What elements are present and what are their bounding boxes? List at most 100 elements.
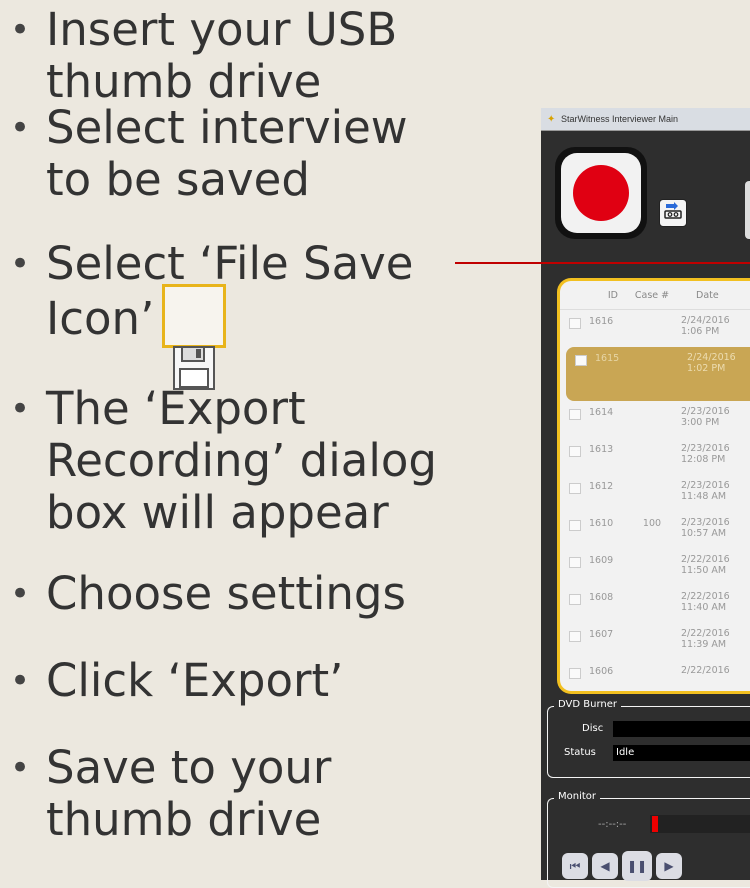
row-checkbox[interactable] xyxy=(575,355,587,366)
step-back-icon[interactable]: ◀ xyxy=(592,853,618,879)
row-case xyxy=(623,401,677,438)
row-time: 11:48 AM xyxy=(681,491,727,502)
bullet-text: Select ‘File Save Icon’ xyxy=(46,238,414,390)
row-checkbox[interactable] xyxy=(569,446,581,457)
play-icon[interactable]: ▶ xyxy=(656,853,682,879)
bullet-dot: • xyxy=(10,661,31,701)
record-button-face xyxy=(561,153,641,233)
row-datetime: 2/24/2016 1:06 PM xyxy=(677,310,730,347)
row-case xyxy=(623,549,677,586)
row-date: 2/23/2016 xyxy=(681,480,730,491)
row-id: 1608 xyxy=(589,592,614,603)
bullet-dot: • xyxy=(10,574,31,614)
monitor-legend: Monitor xyxy=(554,791,601,802)
disc-field xyxy=(613,721,750,737)
playhead[interactable] xyxy=(652,816,658,832)
bullet-insert-usb: • Insert your USB thumb drive xyxy=(10,4,520,108)
table-row[interactable]: 1612 2/23/2016 11:48 AM xyxy=(560,475,750,512)
row-datetime: 2/24/2016 1:02 PM xyxy=(683,347,736,401)
row-id: 1607 xyxy=(589,629,614,640)
row-id: 1614 xyxy=(589,407,614,418)
toolbar-button-partial[interactable] xyxy=(745,181,750,239)
column-header-date[interactable]: Date xyxy=(676,290,750,301)
table-row[interactable]: 1613 2/23/2016 12:08 PM xyxy=(560,438,750,475)
row-case xyxy=(623,586,677,623)
row-id: 1609 xyxy=(589,555,614,566)
row-datetime: 2/23/2016 12:08 PM xyxy=(677,438,730,475)
row-date: 2/22/2016 xyxy=(681,665,730,676)
row-checkbox[interactable] xyxy=(569,520,581,531)
status-field: Idle xyxy=(613,745,750,761)
row-datetime: 2/23/2016 11:48 AM xyxy=(677,475,730,512)
bullet-save-thumb-drive: • Save to your thumb drive xyxy=(10,742,331,846)
bullet-dot: • xyxy=(10,748,31,788)
row-datetime: 2/22/2016 11:40 AM xyxy=(677,586,730,623)
table-row[interactable]: 1609 2/22/2016 11:50 AM xyxy=(560,549,750,586)
row-checkbox[interactable] xyxy=(569,668,581,679)
row-checkbox[interactable] xyxy=(569,409,581,420)
record-icon xyxy=(573,165,629,221)
dvd-burner-legend: DVD Burner xyxy=(554,699,621,710)
row-id: 1616 xyxy=(589,316,614,327)
row-id: 1610 xyxy=(589,518,614,529)
row-date: 2/22/2016 xyxy=(681,591,730,602)
disc-label: Disc xyxy=(582,723,604,734)
row-datetime: 2/22/2016 11:50 AM xyxy=(677,549,730,586)
row-time: 3:00 PM xyxy=(681,417,720,428)
table-row[interactable]: 1608 2/22/2016 11:40 AM xyxy=(560,586,750,623)
bullet-dot: • xyxy=(10,389,31,429)
cassette-icon[interactable] xyxy=(659,199,687,227)
monitor-time: --:--:-- xyxy=(598,819,627,830)
floppy-disk-icon xyxy=(162,284,227,390)
bullet-click-export: • Click ‘Export’ xyxy=(10,655,343,707)
row-date: 2/22/2016 xyxy=(681,554,730,565)
row-checkbox[interactable] xyxy=(569,557,581,568)
row-time: 11:40 AM xyxy=(681,602,727,613)
row-datetime: 2/23/2016 3:00 PM xyxy=(677,401,730,438)
row-case: 100 xyxy=(642,518,662,529)
row-date: 2/24/2016 xyxy=(681,315,730,326)
column-header-case[interactable]: Case # xyxy=(628,290,676,301)
row-checkbox[interactable] xyxy=(569,318,581,329)
dvd-burner-section: DVD Burner Disc Status Idle xyxy=(547,699,750,778)
row-case xyxy=(623,660,677,691)
table-row[interactable]: 1610 100 2/23/2016 10:57 AM xyxy=(560,512,750,549)
bullet-text: Click ‘Export’ xyxy=(46,654,344,707)
row-id: 1613 xyxy=(589,444,614,455)
row-case xyxy=(623,438,677,475)
bullet-dot: • xyxy=(10,10,31,50)
row-checkbox[interactable] xyxy=(569,483,581,494)
row-case xyxy=(623,310,677,347)
row-time: 11:50 AM xyxy=(681,565,727,576)
table-row-selected[interactable]: 1615 2/24/2016 1:02 PM xyxy=(566,347,750,401)
row-datetime: 2/23/2016 10:57 AM xyxy=(677,512,730,549)
row-id: 1615 xyxy=(595,353,620,364)
row-time: 12:08 PM xyxy=(681,454,726,465)
pause-icon[interactable]: ❚❚ xyxy=(622,851,652,881)
row-checkbox[interactable] xyxy=(569,631,581,642)
row-time: 11:39 AM xyxy=(681,639,727,650)
list-header: ID Case # Date xyxy=(560,281,750,310)
window-title: StarWitness Interviewer Main xyxy=(561,114,679,124)
row-time: 1:02 PM xyxy=(687,363,726,374)
bullet-text: Choose settings xyxy=(46,567,406,620)
row-date: 2/24/2016 xyxy=(687,352,736,363)
row-case xyxy=(623,623,677,660)
row-checkbox[interactable] xyxy=(569,594,581,605)
table-row[interactable]: 1614 2/23/2016 3:00 PM xyxy=(560,401,750,438)
table-row[interactable]: 1606 2/22/2016 xyxy=(560,660,750,691)
playback-progress[interactable] xyxy=(650,815,750,833)
row-date: 2/23/2016 xyxy=(681,443,730,454)
table-row[interactable]: 1616 2/24/2016 1:06 PM xyxy=(560,310,750,347)
app-logo-icon: ✦ xyxy=(547,113,556,125)
row-date: 2/22/2016 xyxy=(681,628,730,639)
skip-back-icon[interactable]: ⏮ xyxy=(562,853,588,879)
row-case xyxy=(629,347,683,401)
window-titlebar: ✦ StarWitness Interviewer Main xyxy=(541,108,750,131)
toolbar xyxy=(541,131,750,251)
record-button[interactable] xyxy=(555,147,647,239)
bullet-text: Insert your USB thumb drive xyxy=(46,3,398,108)
table-row[interactable]: 1607 2/22/2016 11:39 AM xyxy=(560,623,750,660)
interview-list: ID Case # Date 1616 2/24/2016 1:06 PM 1615 2… xyxy=(557,278,750,694)
column-header-id[interactable]: ID xyxy=(560,290,628,301)
